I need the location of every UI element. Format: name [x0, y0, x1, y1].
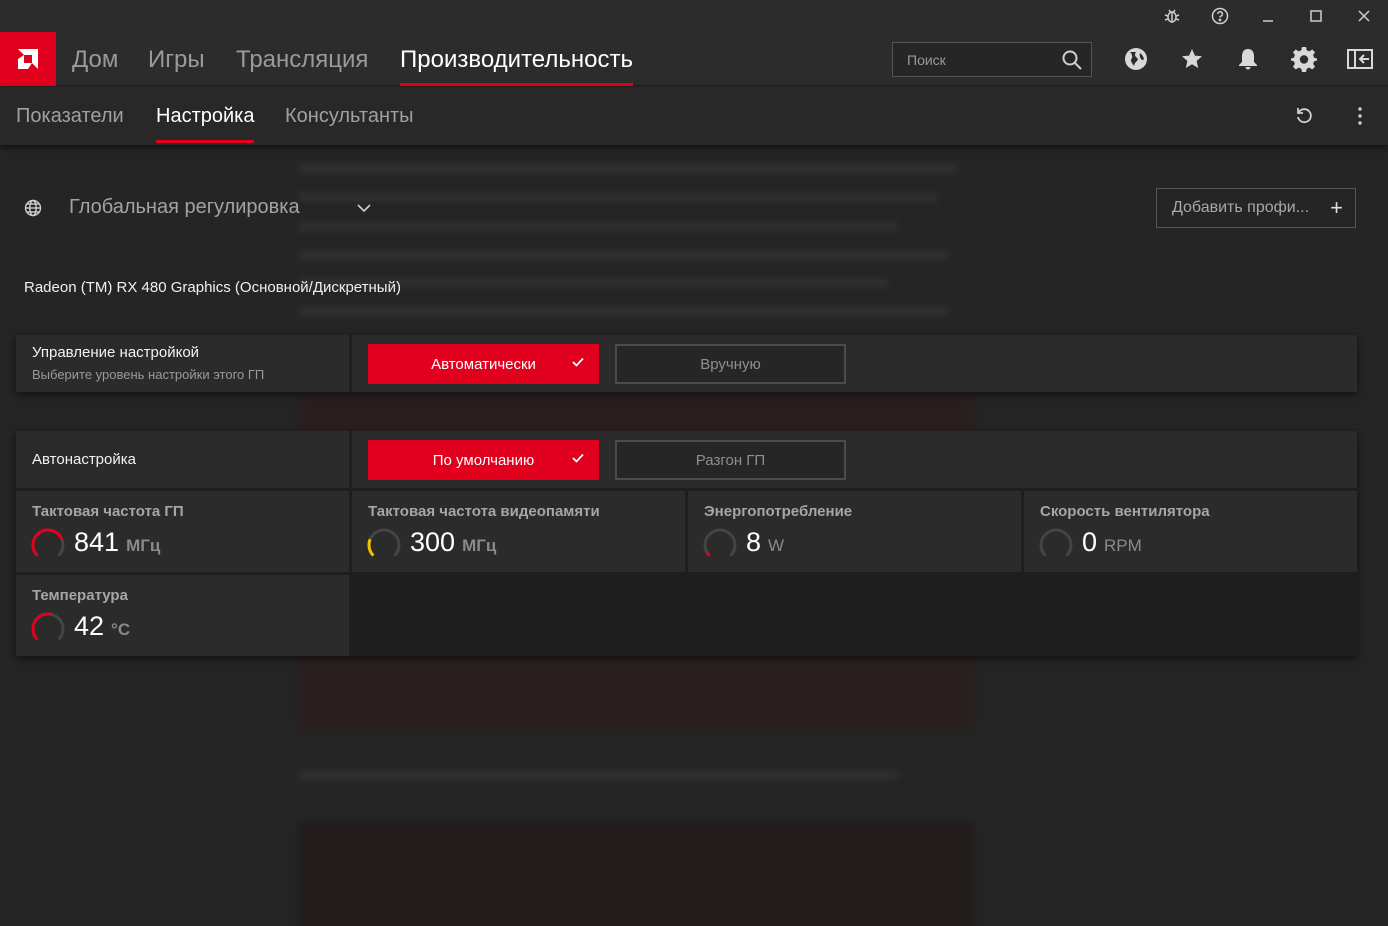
default-button[interactable]: По умолчанию — [368, 440, 599, 480]
tuning-control-subtitle: Выберите уровень настройки этого ГП — [32, 367, 265, 382]
metric-value: 0 RPM — [1082, 527, 1142, 558]
metric-unit: МГц — [462, 536, 497, 555]
close-icon[interactable] — [1341, 0, 1387, 32]
metric-label: Тактовая частота ГП — [32, 503, 184, 520]
add-profile-button[interactable]: Добавить профи... + — [1156, 188, 1356, 228]
sub-navigation: Показатели Настройка Консультанты — [0, 87, 1388, 145]
globe-icon[interactable] — [1122, 45, 1150, 73]
plus-icon: + — [1330, 195, 1343, 220]
auto-tuning-title: Автонастройка — [32, 451, 136, 468]
bell-icon[interactable] — [1234, 45, 1262, 73]
metric-memory-clock: Тактовая частота видеопамяти 300 МГц — [352, 491, 685, 572]
tab-metrics[interactable]: Показатели — [16, 87, 124, 143]
top-navigation: Дом Игры Трансляция Производительность — [0, 32, 1388, 86]
add-profile-label: Добавить профи... — [1172, 199, 1310, 216]
sidebar-icon[interactable] — [1346, 45, 1374, 73]
metric-number: 0 — [1082, 527, 1098, 557]
metric-value: 300 МГц — [410, 527, 496, 558]
default-button-label: По умолчанию — [432, 451, 535, 469]
check-icon — [571, 451, 585, 465]
auto-tuning-options-cell: По умолчанию Разгон ГП — [352, 431, 1357, 488]
metric-label: Скорость вентилятора — [1040, 503, 1210, 520]
metric-value: 8W — [746, 527, 784, 558]
gauge-icon — [31, 612, 65, 641]
nav-item-performance[interactable]: Производительность — [400, 32, 633, 86]
star-icon[interactable] — [1178, 45, 1206, 73]
metric-value: 42 °C — [74, 611, 130, 642]
tab-tuning[interactable]: Настройка — [156, 87, 255, 143]
search-input[interactable] — [893, 43, 1053, 76]
reset-icon[interactable] — [1292, 104, 1316, 128]
more-icon[interactable] — [1348, 104, 1372, 128]
metric-value: 841 МГц — [74, 527, 160, 558]
metric-label: Энергопотребление — [704, 503, 853, 520]
window-titlebar — [0, 0, 1388, 32]
manual-button[interactable]: Вручную — [615, 344, 846, 384]
auto-tuning-label-cell: Автонастройка — [16, 431, 349, 488]
metric-gpu-clock: Тактовая частота ГП 841 МГц — [16, 491, 349, 572]
metric-power: Энергопотребление 8W — [688, 491, 1021, 572]
auto-tuning-panel: Автонастройка По умолчанию Разгон ГП Так… — [16, 431, 1357, 656]
nav-item-home[interactable]: Дом — [72, 32, 118, 86]
metric-number: 42 — [74, 611, 105, 641]
gpu-name: Radeon (TM) RX 480 Graphics (Основной/Ди… — [24, 279, 401, 296]
overclock-gpu-button[interactable]: Разгон ГП — [615, 440, 846, 480]
gauge-icon — [31, 528, 65, 557]
metric-unit: МГц — [126, 536, 161, 555]
chevron-down-icon[interactable] — [355, 200, 373, 216]
help-icon[interactable] — [1197, 0, 1243, 32]
metric-number: 8 — [746, 527, 762, 557]
metric-number: 841 — [74, 527, 120, 557]
globe-icon — [24, 199, 42, 217]
automatic-button[interactable]: Автоматически — [368, 344, 599, 384]
search-box — [892, 42, 1092, 77]
minimize-icon[interactable] — [1245, 0, 1291, 32]
search-icon[interactable] — [1061, 49, 1083, 71]
metric-number: 300 — [410, 527, 456, 557]
bug-icon[interactable] — [1149, 0, 1195, 32]
metric-unit: °C — [111, 620, 131, 639]
nav-item-streaming[interactable]: Трансляция — [236, 32, 368, 86]
metric-unit: RPM — [1104, 536, 1142, 555]
metric-fan-speed: Скорость вентилятора 0 RPM — [1024, 491, 1357, 572]
check-icon — [571, 355, 585, 369]
automatic-button-label: Автоматически — [431, 355, 536, 373]
maximize-icon[interactable] — [1293, 0, 1339, 32]
tuning-control-panel: Управление настройкой Выберите уровень н… — [16, 335, 1357, 392]
gauge-icon — [703, 528, 737, 557]
tuning-control-label-cell: Управление настройкой Выберите уровень н… — [16, 335, 349, 392]
metric-unit: W — [768, 536, 785, 555]
tuning-control-options-cell: Автоматически Вручную — [352, 335, 1357, 392]
gauge-icon — [1039, 528, 1073, 557]
tab-advisors[interactable]: Консультанты — [285, 87, 414, 143]
nav-item-games[interactable]: Игры — [148, 32, 205, 86]
gear-icon[interactable] — [1290, 45, 1318, 73]
amd-logo-icon[interactable] — [0, 32, 56, 86]
tuning-control-title: Управление настройкой — [32, 344, 200, 361]
metric-label: Тактовая частота видеопамяти — [368, 503, 600, 520]
gauge-icon — [367, 528, 401, 557]
metric-temperature: Температура 42 °C — [16, 575, 349, 656]
metric-label: Температура — [32, 587, 128, 604]
profile-dropdown-label[interactable]: Глобальная регулировка — [69, 196, 300, 219]
